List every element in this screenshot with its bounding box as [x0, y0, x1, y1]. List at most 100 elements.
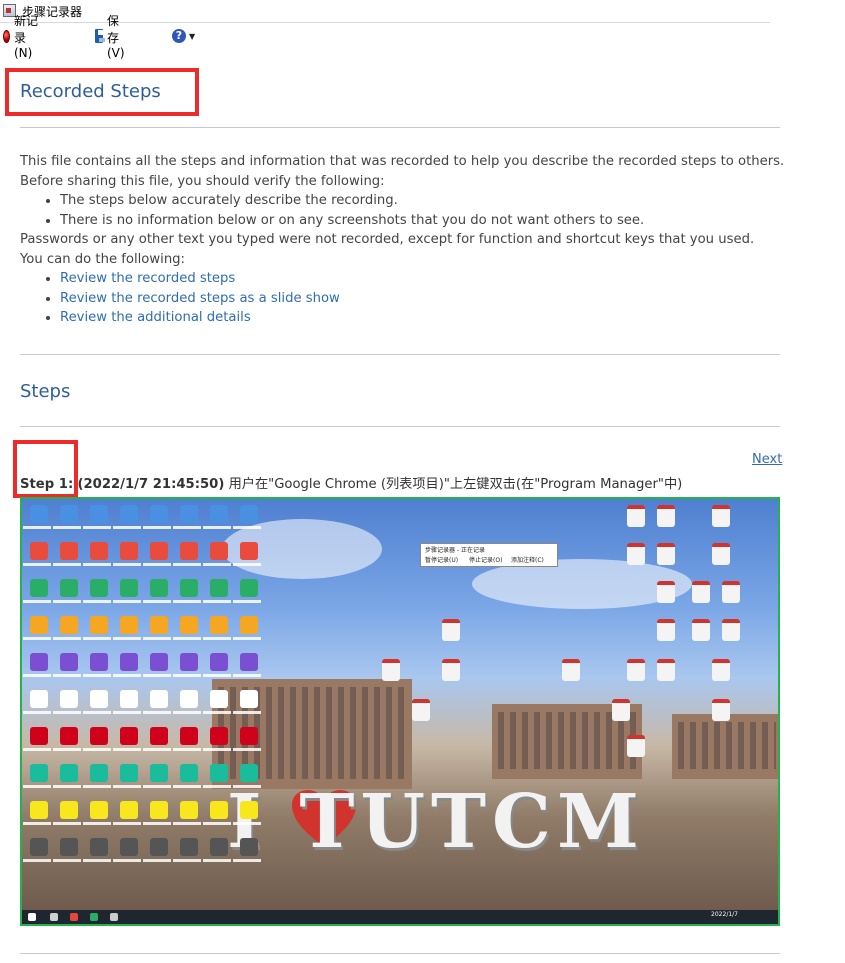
- explorer-icon[interactable]: [110, 913, 118, 921]
- desktop-app-icon[interactable]: [210, 616, 228, 634]
- desktop-app-icon[interactable]: [30, 505, 48, 523]
- desktop-app-icon[interactable]: [30, 542, 48, 560]
- desktop-file-icon[interactable]: [692, 581, 710, 603]
- desktop-app-icon[interactable]: [240, 579, 258, 597]
- new-record-button[interactable]: 新记录(N): [3, 14, 38, 60]
- desktop-file-icon[interactable]: [442, 619, 460, 641]
- desktop-app-icon[interactable]: [120, 727, 138, 745]
- desktop-app-icon[interactable]: [90, 727, 108, 745]
- desktop-app-icon[interactable]: [120, 801, 138, 819]
- desktop-app-icon[interactable]: [90, 542, 108, 560]
- desktop-app-icon[interactable]: [90, 690, 108, 708]
- desktop-app-icon[interactable]: [180, 505, 198, 523]
- desktop-app-icon[interactable]: [210, 801, 228, 819]
- step-screenshot[interactable]: I TUTCM 步骤记录器 - 正在记录 暂停记录(U) 停止记录(O) 添加注…: [20, 497, 780, 926]
- desktop-app-icon[interactable]: [120, 616, 138, 634]
- desktop-app-icon[interactable]: [150, 542, 168, 560]
- start-icon[interactable]: [28, 913, 36, 921]
- desktop-app-icon[interactable]: [60, 801, 78, 819]
- desktop-file-icon[interactable]: [627, 659, 645, 681]
- additional-details-link[interactable]: Review the additional details: [60, 310, 251, 325]
- desktop-app-icon[interactable]: [210, 579, 228, 597]
- next-link[interactable]: Next: [752, 452, 782, 467]
- desktop-app-icon[interactable]: [120, 579, 138, 597]
- desktop-file-icon[interactable]: [722, 619, 740, 641]
- desktop-app-icon[interactable]: [30, 727, 48, 745]
- desktop-app-icon[interactable]: [210, 505, 228, 523]
- chrome-icon[interactable]: [70, 913, 78, 921]
- desktop-app-icon[interactable]: [150, 579, 168, 597]
- wechat-icon[interactable]: [90, 913, 98, 921]
- desktop-app-icon[interactable]: [60, 838, 78, 856]
- desktop-app-icon[interactable]: [60, 653, 78, 671]
- desktop-app-icon[interactable]: [180, 690, 198, 708]
- desktop-file-icon[interactable]: [712, 659, 730, 681]
- desktop-app-icon[interactable]: [150, 727, 168, 745]
- desktop-app-icon[interactable]: [90, 801, 108, 819]
- desktop-app-icon[interactable]: [120, 653, 138, 671]
- desktop-app-icon[interactable]: [150, 616, 168, 634]
- desktop-app-icon[interactable]: [150, 690, 168, 708]
- desktop-file-icon[interactable]: [657, 581, 675, 603]
- desktop-app-icon[interactable]: [240, 764, 258, 782]
- desktop-file-icon[interactable]: [712, 505, 730, 527]
- desktop-app-icon[interactable]: [180, 616, 198, 634]
- desktop-app-icon[interactable]: [180, 727, 198, 745]
- desktop-app-icon[interactable]: [180, 764, 198, 782]
- desktop-app-icon[interactable]: [240, 653, 258, 671]
- desktop-app-icon[interactable]: [120, 505, 138, 523]
- desktop-app-icon[interactable]: [180, 579, 198, 597]
- desktop-app-icon[interactable]: [90, 505, 108, 523]
- desktop-app-icon[interactable]: [180, 542, 198, 560]
- desktop-app-icon[interactable]: [180, 801, 198, 819]
- desktop-app-icon[interactable]: [60, 542, 78, 560]
- desktop-app-icon[interactable]: [30, 653, 48, 671]
- desktop-file-icon[interactable]: [562, 659, 580, 681]
- desktop-app-icon[interactable]: [30, 690, 48, 708]
- desktop-app-icon[interactable]: [150, 838, 168, 856]
- desktop-file-icon[interactable]: [442, 659, 460, 681]
- desktop-app-icon[interactable]: [120, 542, 138, 560]
- desktop-app-icon[interactable]: [60, 764, 78, 782]
- desktop-file-icon[interactable]: [712, 699, 730, 721]
- desktop-app-icon[interactable]: [210, 764, 228, 782]
- desktop-app-icon[interactable]: [150, 801, 168, 819]
- desktop-app-icon[interactable]: [60, 690, 78, 708]
- desktop-app-icon[interactable]: [240, 727, 258, 745]
- stop-record-button[interactable]: 停止记录(O): [469, 555, 502, 564]
- slide-show-link[interactable]: Review the recorded steps as a slide sho…: [60, 291, 340, 306]
- desktop-app-icon[interactable]: [240, 616, 258, 634]
- desktop-app-icon[interactable]: [30, 838, 48, 856]
- desktop-app-icon[interactable]: [30, 801, 48, 819]
- steps-recorder-mini-window[interactable]: 步骤记录器 - 正在记录 暂停记录(U) 停止记录(O) 添加注释(C): [420, 543, 558, 567]
- desktop-file-icon[interactable]: [627, 505, 645, 527]
- desktop-file-icon[interactable]: [657, 619, 675, 641]
- desktop-app-icon[interactable]: [90, 653, 108, 671]
- desktop-app-icon[interactable]: [30, 616, 48, 634]
- desktop-app-icon[interactable]: [180, 838, 198, 856]
- desktop-file-icon[interactable]: [722, 581, 740, 603]
- desktop-file-icon[interactable]: [657, 543, 675, 565]
- desktop-app-icon[interactable]: [240, 801, 258, 819]
- desktop-app-icon[interactable]: [120, 690, 138, 708]
- desktop-file-icon[interactable]: [627, 735, 645, 757]
- pause-record-button[interactable]: 暂停记录(U): [425, 555, 458, 564]
- desktop-app-icon[interactable]: [60, 579, 78, 597]
- desktop-app-icon[interactable]: [210, 690, 228, 708]
- desktop-app-icon[interactable]: [150, 764, 168, 782]
- desktop-file-icon[interactable]: [612, 699, 630, 721]
- desktop-app-icon[interactable]: [240, 690, 258, 708]
- desktop-app-icon[interactable]: [240, 838, 258, 856]
- desktop-app-icon[interactable]: [30, 579, 48, 597]
- desktop-file-icon[interactable]: [712, 543, 730, 565]
- desktop-file-icon[interactable]: [412, 699, 430, 721]
- desktop-app-icon[interactable]: [210, 542, 228, 560]
- desktop-app-icon[interactable]: [60, 505, 78, 523]
- desktop-file-icon[interactable]: [657, 659, 675, 681]
- save-button[interactable]: 保存(V): [95, 14, 131, 60]
- help-button[interactable]: ? ▼: [172, 26, 195, 46]
- desktop-app-icon[interactable]: [120, 764, 138, 782]
- desktop-app-icon[interactable]: [90, 579, 108, 597]
- desktop-app-icon[interactable]: [210, 653, 228, 671]
- desktop-app-icon[interactable]: [60, 727, 78, 745]
